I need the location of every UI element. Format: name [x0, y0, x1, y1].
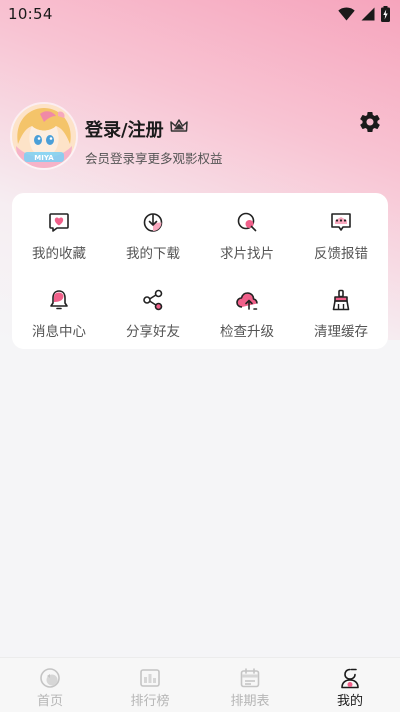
nav-item-mine[interactable]: 我的	[300, 658, 400, 712]
bottom-navigation: 首页 排行榜 排期表 我的	[0, 657, 400, 712]
profile-icon	[341, 668, 359, 689]
feature-grid-card: 我的收藏 我的下载 求片找片 反馈报错 消息中心 分享好友 检查升级 清理缓存	[12, 193, 388, 349]
grid-item-downloads[interactable]: 我的下载	[106, 193, 200, 271]
grid-item-label: 分享好友	[126, 324, 180, 340]
grid-item-check-update[interactable]: 检查升级	[200, 271, 294, 349]
battery-icon	[381, 6, 390, 22]
status-time: 10:54	[8, 5, 53, 23]
download-icon	[143, 213, 163, 232]
grid-item-favorites[interactable]: 我的收藏	[12, 193, 106, 271]
avatar[interactable]: MIYA	[12, 104, 76, 168]
status-bar: 10:54	[0, 0, 400, 28]
grid-item-messages[interactable]: 消息中心	[12, 271, 106, 349]
ranking-icon	[140, 669, 160, 687]
bell-icon	[50, 290, 68, 310]
grid-item-clear-cache[interactable]: 清理缓存	[294, 271, 388, 349]
broom-icon	[332, 289, 350, 311]
grid-item-label: 求片找片	[220, 246, 274, 262]
grid-item-label: 消息中心	[32, 324, 86, 340]
nav-item-home[interactable]: 首页	[0, 658, 100, 712]
grid-item-share[interactable]: 分享好友	[106, 271, 200, 349]
login-subtitle: 会员登录享更多观影权益	[85, 151, 223, 166]
grid-item-feedback[interactable]: 反馈报错	[294, 193, 388, 271]
nav-label: 排行榜	[130, 694, 170, 709]
nav-label: 我的	[336, 694, 363, 709]
calendar-icon	[240, 668, 260, 688]
grid-item-request-film[interactable]: 求片找片	[200, 193, 294, 271]
nav-item-schedule[interactable]: 排期表	[200, 658, 300, 712]
wifi-icon	[338, 7, 355, 21]
home-icon	[40, 668, 60, 688]
status-icons	[338, 6, 390, 22]
settings-gear-icon[interactable]	[358, 110, 382, 134]
crown-icon	[170, 119, 188, 132]
nav-label: 排期表	[230, 694, 270, 709]
search-film-icon	[237, 212, 257, 232]
grid-item-label: 检查升级	[220, 324, 274, 340]
login-register-title[interactable]: 登录/注册	[85, 116, 164, 142]
signal-icon	[361, 7, 375, 21]
profile-section: MIYA 登录/注册 会员登录享更多观影权益	[12, 104, 388, 174]
nav-item-ranking[interactable]: 排行榜	[100, 658, 200, 712]
grid-item-label: 我的收藏	[32, 246, 86, 262]
svg-text:MIYA: MIYA	[34, 154, 54, 162]
grid-item-label: 我的下载	[126, 246, 180, 262]
nav-label: 首页	[36, 694, 63, 709]
share-icon	[143, 289, 163, 311]
grid-item-label: 反馈报错	[314, 246, 368, 262]
cloud-upload-icon	[236, 292, 258, 310]
grid-item-label: 清理缓存	[314, 324, 368, 340]
avatar-image: MIYA	[12, 104, 76, 168]
heart-chat-icon	[49, 213, 69, 232]
feedback-icon	[331, 213, 351, 231]
